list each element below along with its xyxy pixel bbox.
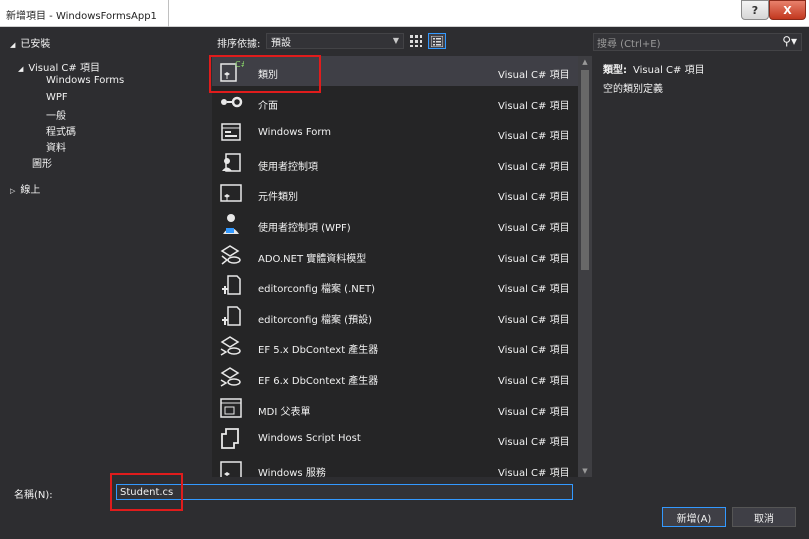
- search-icon[interactable]: ⚲▾: [782, 34, 797, 48]
- template-language: Visual C# 項目: [498, 101, 570, 112]
- template-language: Visual C# 項目: [498, 437, 570, 448]
- template-row[interactable]: Windows Form Visual C# 項目: [212, 117, 578, 147]
- template-row[interactable]: 使用者控制項 (WPF) Visual C# 項目: [212, 209, 578, 239]
- highlight-box-name: [110, 473, 183, 511]
- template-name: Windows Form: [258, 127, 332, 138]
- sort-value: 預設: [271, 37, 291, 49]
- template-language: Visual C# 項目: [498, 131, 570, 142]
- template-language: Visual C# 項目: [498, 254, 570, 265]
- tree-item-online[interactable]: ▷ 線上: [10, 181, 40, 196]
- template-language: Visual C# 項目: [498, 315, 570, 326]
- template-list[interactable]: C#類別Visual C# 項目介面Visual C# 項目Windows Fo…: [212, 56, 578, 477]
- template-language: Visual C# 項目: [498, 345, 570, 356]
- list-view-icon: [431, 35, 443, 47]
- sort-label: 排序依據:: [217, 39, 261, 50]
- user-control-wpf-icon: [218, 212, 244, 236]
- ef-generator-icon: [218, 365, 244, 389]
- tree-item-installed[interactable]: ◢ 已安裝: [10, 35, 50, 50]
- help-button[interactable]: ?: [741, 0, 769, 20]
- template-name: editorconfig 檔案 (.NET): [258, 284, 376, 295]
- category-tree: ◢ 已安裝 ◢ Visual C# 項目 Windows Forms WPF 一般 …: [0, 27, 210, 482]
- window-title: 新增項目 - WindowsFormsApp1: [6, 11, 157, 22]
- tree-item-code[interactable]: 程式碼: [46, 123, 76, 138]
- info-type-value: Visual C# 項目: [633, 65, 705, 76]
- template-name: Windows 服務: [258, 468, 326, 477]
- name-label: 名稱(N):: [14, 490, 53, 501]
- sort-dropdown[interactable]: 預設 ▼: [266, 33, 404, 49]
- template-language: Visual C# 項目: [498, 468, 570, 477]
- template-name: 介面: [258, 101, 278, 112]
- template-name: 使用者控制項 (WPF): [258, 223, 351, 234]
- template-language: Visual C# 項目: [498, 162, 570, 173]
- ado-entity-model-icon: [218, 243, 244, 267]
- tree-item-windows-forms[interactable]: Windows Forms: [46, 75, 124, 86]
- info-type: 類型: Visual C# 項目: [603, 61, 705, 76]
- add-button[interactable]: 新增(A): [662, 507, 726, 527]
- template-row[interactable]: 使用者控制項 Visual C# 項目: [212, 148, 578, 178]
- search-placeholder: 搜尋 (Ctrl+E): [597, 38, 661, 50]
- mdi-form-icon: [218, 396, 244, 420]
- dropdown-arrow-icon: ▼: [392, 36, 399, 45]
- component-class-icon: [218, 181, 244, 205]
- title-divider: [168, 0, 178, 27]
- tree-label: 已安裝: [20, 39, 51, 50]
- tree-item-wpf[interactable]: WPF: [46, 92, 68, 103]
- ef-generator-icon: [218, 334, 244, 358]
- template-language: Visual C# 項目: [498, 70, 570, 81]
- template-language: Visual C# 項目: [498, 376, 570, 387]
- scroll-up-icon[interactable]: ▲: [578, 56, 592, 68]
- template-row[interactable]: editorconfig 檔案 (.NET) Visual C# 項目: [212, 270, 578, 300]
- template-name: 元件類別: [258, 192, 298, 203]
- expanded-arrow-icon: ◢: [18, 65, 24, 73]
- grid-view-button[interactable]: [408, 33, 424, 49]
- windows-service-icon: [218, 457, 244, 477]
- list-scrollbar[interactable]: ▲ ▼: [578, 56, 592, 477]
- template-name: ADO.NET 實體資料模型: [258, 254, 367, 265]
- scroll-thumb[interactable]: [581, 70, 589, 270]
- script-host-icon: [218, 426, 244, 450]
- template-name: EF 5.x DbContext 產生器: [258, 345, 379, 356]
- info-type-label: 類型:: [603, 65, 627, 76]
- collapsed-arrow-icon: ▷: [10, 187, 16, 195]
- user-control-icon: [218, 151, 244, 175]
- template-name: Windows Script Host: [258, 433, 361, 444]
- template-name: editorconfig 檔案 (預設): [258, 315, 372, 326]
- tree-label: Visual C# 項目: [28, 63, 100, 74]
- template-language: Visual C# 項目: [498, 284, 570, 295]
- template-row[interactable]: EF 5.x DbContext 產生器 Visual C# 項目: [212, 331, 578, 361]
- template-row[interactable]: 元件類別 Visual C# 項目: [212, 178, 578, 208]
- template-row[interactable]: Windows 服務 Visual C# 項目: [212, 454, 578, 477]
- template-row[interactable]: ADO.NET 實體資料模型 Visual C# 項目: [212, 240, 578, 270]
- windows-form-icon: [218, 120, 244, 144]
- template-name: EF 6.x DbContext 產生器: [258, 376, 379, 387]
- tree-item-data[interactable]: 資料: [46, 139, 66, 154]
- tree-item-visual-csharp[interactable]: ◢ Visual C# 項目: [18, 59, 100, 74]
- template-row[interactable]: MDI 父表單 Visual C# 項目: [212, 393, 578, 423]
- scroll-down-icon[interactable]: ▼: [578, 465, 592, 477]
- template-row[interactable]: Windows Script Host Visual C# 項目: [212, 423, 578, 453]
- highlight-box-class: [209, 55, 321, 93]
- search-input[interactable]: 搜尋 (Ctrl+E) ⚲▾: [593, 33, 802, 51]
- tree-label: 線上: [20, 185, 41, 196]
- tree-item-graphics[interactable]: 圖形: [32, 155, 52, 170]
- template-row[interactable]: EF 6.x DbContext 產生器 Visual C# 項目: [212, 362, 578, 392]
- editorconfig-icon: [218, 273, 244, 297]
- title-bar: 新增項目 - WindowsFormsApp1 ? X: [0, 0, 809, 27]
- name-input[interactable]: [116, 484, 573, 500]
- expanded-arrow-icon: ◢: [10, 41, 16, 49]
- cancel-button[interactable]: 取消: [732, 507, 796, 527]
- editorconfig-icon: [218, 304, 244, 328]
- tree-item-general[interactable]: 一般: [46, 107, 66, 122]
- template-language: Visual C# 項目: [498, 223, 570, 234]
- template-language: Visual C# 項目: [498, 407, 570, 418]
- template-row[interactable]: editorconfig 檔案 (預設) Visual C# 項目: [212, 301, 578, 331]
- grid-view-icon: [410, 35, 422, 47]
- interface-icon: [218, 90, 244, 114]
- template-name: 使用者控制項: [258, 162, 318, 173]
- info-description: 空的類別定義: [603, 84, 663, 95]
- template-name: MDI 父表單: [258, 407, 311, 418]
- template-language: Visual C# 項目: [498, 192, 570, 203]
- list-view-button[interactable]: [428, 33, 446, 49]
- close-button[interactable]: X: [769, 0, 806, 20]
